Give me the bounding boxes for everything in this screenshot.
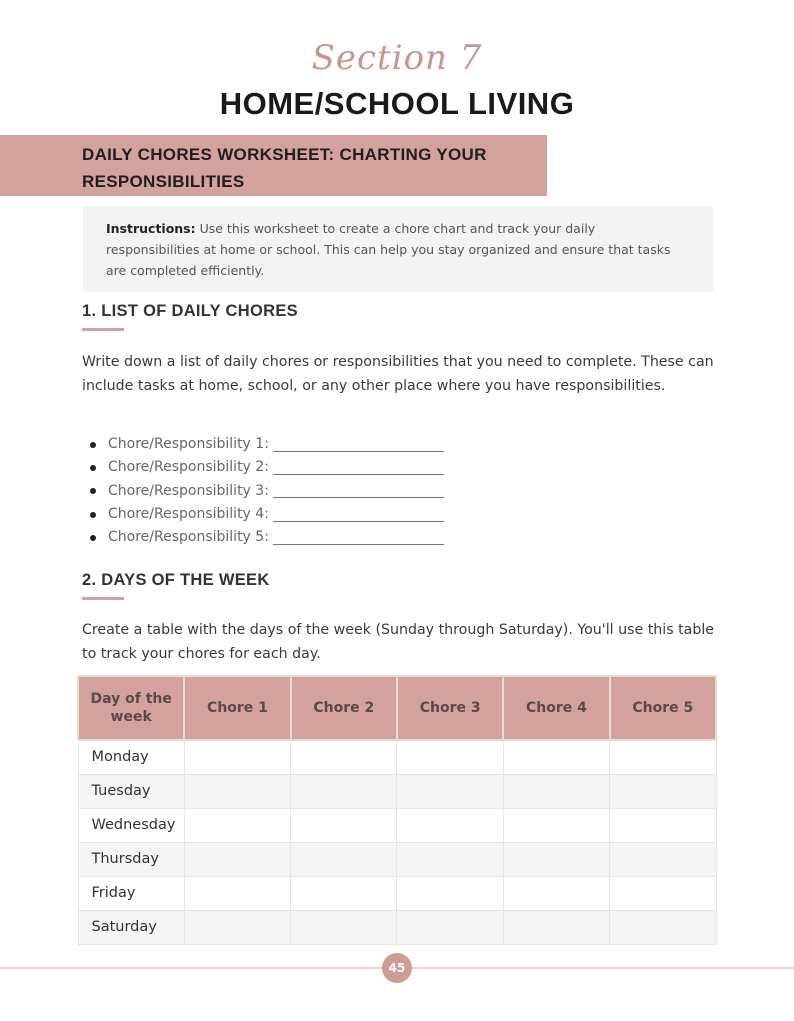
chore-cell[interactable] xyxy=(609,909,717,945)
list-item: Chore/Responsibility 3: xyxy=(90,480,444,503)
table-row: Wednesday xyxy=(77,807,717,843)
chore-cell[interactable] xyxy=(290,739,398,775)
bullet-icon xyxy=(90,534,96,541)
table-row: Saturday xyxy=(77,909,717,945)
section-2-body: Create a table with the days of the week… xyxy=(82,622,715,662)
chore-label: Chore/Responsibility 5: xyxy=(108,529,269,546)
chore-cell[interactable] xyxy=(183,875,292,911)
bullet-icon xyxy=(90,441,96,448)
list-item: Chore/Responsibility 2: xyxy=(90,456,444,479)
chore-cell[interactable] xyxy=(396,909,504,945)
header-chore-5: Chore 5 xyxy=(608,675,718,741)
chore-cell[interactable] xyxy=(502,841,611,877)
chore-cell[interactable] xyxy=(502,739,611,775)
chore-cell[interactable] xyxy=(290,875,398,911)
chore-cell[interactable] xyxy=(609,875,717,911)
header-day: Day of the week xyxy=(76,675,186,741)
section-1-underline xyxy=(82,328,124,331)
chore-label: Chore/Responsibility 4: xyxy=(108,505,269,522)
instructions-label: Instructions: xyxy=(106,221,196,236)
chore-cell[interactable] xyxy=(396,875,504,911)
header-chore-1: Chore 1 xyxy=(183,675,292,741)
chore-blank-field[interactable] xyxy=(272,461,444,475)
chore-cell[interactable] xyxy=(502,909,611,945)
header-chore-2: Chore 2 xyxy=(289,675,398,741)
chore-cell[interactable] xyxy=(183,807,292,843)
chore-cell[interactable] xyxy=(396,807,504,843)
chore-cell[interactable] xyxy=(609,739,717,775)
chore-cell[interactable] xyxy=(290,909,398,945)
header-chore-4: Chore 4 xyxy=(502,675,611,741)
chore-cell[interactable] xyxy=(396,739,504,775)
banner-line-1: DAILY CHORES WORKSHEET: CHARTING YOUR xyxy=(82,145,487,164)
chore-blank-field[interactable] xyxy=(272,438,444,452)
chore-blank-field[interactable] xyxy=(272,484,444,499)
chore-cell[interactable] xyxy=(396,841,504,877)
chore-label: Chore/Responsibility 2: xyxy=(108,459,269,476)
page-title: HOME/SCHOOL LIVING xyxy=(219,86,575,121)
chore-list: Chore/Responsibility 1: Chore/Responsibi… xyxy=(90,433,444,549)
chore-cell[interactable] xyxy=(502,773,611,809)
chore-label: Chore/Responsibility 1: xyxy=(108,436,269,452)
list-item: Chore/Responsibility 5: xyxy=(90,526,444,549)
page-number-badge: 45 xyxy=(382,953,412,983)
table-row: Thursday xyxy=(77,841,717,877)
chore-cell[interactable] xyxy=(396,773,504,809)
day-cell: Thursday xyxy=(77,841,185,877)
bullet-icon xyxy=(90,488,96,495)
list-item: Chore/Responsibility 1: xyxy=(90,433,444,456)
day-cell: Friday xyxy=(77,875,185,911)
chore-cell[interactable] xyxy=(502,875,611,911)
chore-cell[interactable] xyxy=(183,909,292,945)
chore-cell[interactable] xyxy=(183,773,292,809)
header-chore-3: Chore 3 xyxy=(395,675,505,741)
chore-cell[interactable] xyxy=(609,841,717,877)
chore-cell[interactable] xyxy=(290,773,398,809)
chore-cell[interactable] xyxy=(290,807,398,843)
chore-cell[interactable] xyxy=(609,807,717,843)
section-1-heading: 1. LIST OF DAILY CHORES xyxy=(82,302,298,320)
list-item: Chore/Responsibility 4: xyxy=(90,503,444,526)
chore-label: Chore/Responsibility 3: xyxy=(108,482,269,499)
instructions-box: Instructions: Use this worksheet to crea… xyxy=(83,206,713,292)
day-cell: Monday xyxy=(77,739,185,775)
chore-blank-field[interactable] xyxy=(272,531,444,545)
chore-tracking-table: Day of the week Chore 1 Chore 2 Chore 3 … xyxy=(76,675,718,945)
chore-cell[interactable] xyxy=(183,739,292,775)
table-row: Monday xyxy=(77,739,717,775)
table-row: Friday xyxy=(77,875,717,911)
table-header-row: Day of the week Chore 1 Chore 2 Chore 3 … xyxy=(76,675,718,741)
day-cell: Wednesday xyxy=(77,807,185,843)
bullet-icon xyxy=(90,511,96,518)
chore-blank-field[interactable] xyxy=(272,508,444,522)
section-label: Section 7 xyxy=(311,38,483,78)
section-1-body: Write down a list of daily chores or res… xyxy=(82,354,714,394)
section-2-underline xyxy=(82,597,124,600)
chore-cell[interactable] xyxy=(290,841,398,877)
chore-cell[interactable] xyxy=(183,841,292,877)
banner-line-2: RESPONSIBILITIES xyxy=(82,172,245,191)
bullet-icon xyxy=(90,464,96,471)
chore-cell[interactable] xyxy=(502,807,611,843)
day-cell: Tuesday xyxy=(77,773,185,809)
day-cell: Saturday xyxy=(77,909,185,945)
section-2-heading: 2. DAYS OF THE WEEK xyxy=(82,571,270,589)
table-row: Tuesday xyxy=(77,773,717,809)
worksheet-title-banner: DAILY CHORES WORKSHEET: CHARTING YOUR RE… xyxy=(0,135,547,196)
chore-cell[interactable] xyxy=(609,773,717,809)
